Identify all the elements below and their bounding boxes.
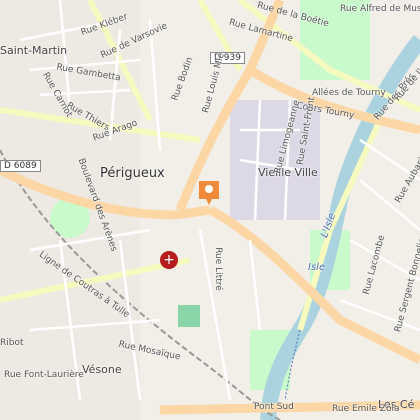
map-pin-icon[interactable] bbox=[197, 179, 221, 207]
hospital-icon[interactable]: + bbox=[160, 251, 178, 269]
map-view[interactable]: Périgueux Vieille Ville Saint-Martin Vés… bbox=[0, 0, 420, 420]
route-shield-d939: D 939 bbox=[210, 52, 245, 64]
route-shield-d6089: D 6089 bbox=[0, 160, 41, 172]
